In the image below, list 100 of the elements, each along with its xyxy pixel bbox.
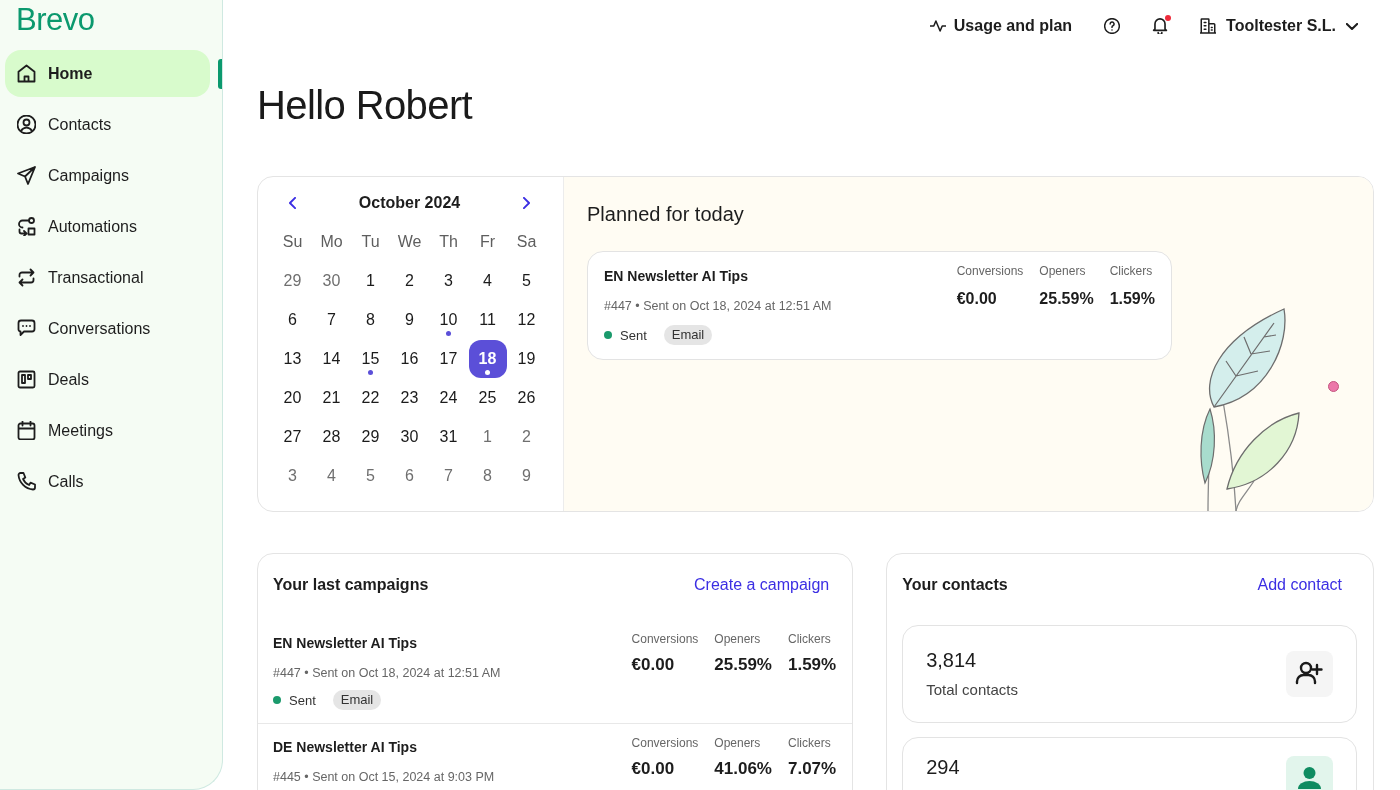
month-title: October 2024: [357, 194, 462, 212]
sidebar-item[interactable]: Campaigns: [5, 152, 210, 199]
calendar-day[interactable]: 14: [312, 339, 351, 378]
calendar-day[interactable]: 13: [273, 339, 312, 378]
decoration-dot-icon: [1328, 381, 1339, 392]
campaign-details: #447 • Sent on Oct 18, 2024 at 12:51 AM: [604, 298, 832, 314]
calendar-day[interactable]: 1: [351, 261, 390, 300]
weekday-label: Su: [282, 232, 303, 251]
building-icon: [1200, 18, 1217, 34]
calendar-day[interactable]: 24: [429, 378, 468, 417]
campaign-row[interactable]: DE Newsletter AI Tips #445 • Sent on Oct 15, 2024 at 9:03 PM Conversions €0.00 Openers 41.06% Clickers 7.07%: [258, 724, 853, 790]
calendar-day[interactable]: 22: [351, 378, 390, 417]
add-contact-link[interactable]: Add contact: [1257, 577, 1342, 593]
chevron-left-icon: [289, 197, 296, 209]
calendar-day[interactable]: 10: [429, 300, 468, 339]
board-icon: [17, 370, 36, 389]
sidebar-item[interactable]: Transactional: [5, 254, 210, 301]
campaign-name: DE Newsletter AI Tips: [273, 739, 418, 755]
sidebar-item[interactable]: Calls: [5, 458, 210, 505]
stat-label: Clickers: [788, 736, 832, 750]
calendar-day[interactable]: 12: [507, 300, 546, 339]
calendar-day[interactable]: 18: [468, 339, 507, 378]
stat-value: 7.07%: [788, 759, 837, 779]
calendar-day[interactable]: 23: [390, 378, 429, 417]
stat-value: €0.00: [956, 289, 998, 309]
calendar-day[interactable]: 2: [390, 261, 429, 300]
activity-icon: [929, 18, 946, 34]
calendar-day[interactable]: 29: [273, 261, 312, 300]
contact-count: 294: [926, 756, 960, 778]
stat-label: Conversions: [631, 632, 699, 646]
chevron-down-icon: [1346, 22, 1358, 30]
channel-tag: Email: [332, 690, 382, 710]
stat-value: 1.59%: [1109, 289, 1155, 309]
calendar-day[interactable]: 31: [429, 417, 468, 456]
section-title: Planned for today: [587, 202, 745, 227]
calendar-day[interactable]: 4: [312, 456, 351, 495]
calendar-day[interactable]: 6: [390, 456, 429, 495]
calendar-day[interactable]: 26: [507, 378, 546, 417]
calendar-day[interactable]: 8: [468, 456, 507, 495]
calendar-day[interactable]: 7: [312, 300, 351, 339]
calendar-day[interactable]: 19: [507, 339, 546, 378]
calendar-day[interactable]: 25: [468, 378, 507, 417]
calendar-day[interactable]: 4: [468, 261, 507, 300]
calendar-day[interactable]: 7: [429, 456, 468, 495]
notifications-button[interactable]: [1152, 18, 1169, 34]
calendar-day[interactable]: 30: [390, 417, 429, 456]
calendar-day[interactable]: 15: [351, 339, 390, 378]
sidebar-item[interactable]: Automations: [5, 203, 210, 250]
campaign-card[interactable]: EN Newsletter AI Tips #447 • Sent on Oct 18, 2024 at 12:51 AM Sent Email Conversions €0.00 Openers 25.59% Clickers 1.59%: [587, 251, 1172, 360]
calendar-day[interactable]: 1: [468, 417, 507, 456]
stat-value: €0.00: [631, 655, 676, 675]
stat-label: Conversions: [631, 736, 699, 750]
create-campaign-link[interactable]: Create a campaign: [694, 577, 830, 593]
campaign-details: #445 • Sent on Oct 15, 2024 at 9:03 PM: [273, 769, 495, 785]
calendar-day[interactable]: 16: [390, 339, 429, 378]
calendar-day[interactable]: 2: [507, 417, 546, 456]
calendar-day[interactable]: 8: [351, 300, 390, 339]
calendar-day[interactable]: 30: [312, 261, 351, 300]
stat-label: Openers: [714, 632, 762, 646]
sidebar-item[interactable]: Contacts: [5, 101, 210, 148]
calendar-day[interactable]: 27: [273, 417, 312, 456]
stat-label: Clickers: [1109, 264, 1154, 278]
status-label: Sent: [289, 692, 316, 708]
home-icon: [17, 64, 36, 83]
calendar-day[interactable]: 9: [507, 456, 546, 495]
stat-value: 41.06%: [714, 759, 772, 779]
calendar-day[interactable]: 6: [273, 300, 312, 339]
chevron-right-icon: [523, 197, 530, 209]
workflow-icon: [17, 217, 36, 236]
stat-label: Clickers: [788, 632, 832, 646]
weekday-label: Mo: [320, 232, 343, 251]
weekday-label: We: [397, 232, 422, 251]
account-menu-button[interactable]: Tooltester S.L.: [1200, 12, 1358, 40]
calendar-day[interactable]: 5: [351, 456, 390, 495]
campaign-row[interactable]: EN Newsletter AI Tips #447 • Sent on Oct 18, 2024 at 12:51 AM Sent Email Conversions €0.00 Openers 25.59% Clickers 1.59%: [258, 620, 853, 724]
calendar-day[interactable]: 3: [429, 261, 468, 300]
calendar-day[interactable]: 21: [312, 378, 351, 417]
stat-label: Openers: [714, 736, 762, 750]
calendar-day[interactable]: 17: [429, 339, 468, 378]
usage-and-plan-button[interactable]: Usage and plan: [929, 12, 1073, 40]
weekday-label: Fr: [479, 232, 496, 251]
campaign-name: EN Newsletter AI Tips: [273, 635, 418, 651]
calendar-day[interactable]: 20: [273, 378, 312, 417]
sidebar-item[interactable]: Meetings: [5, 407, 210, 454]
card-title: Your last campaigns: [273, 577, 429, 593]
calendar-day[interactable]: 11: [468, 300, 507, 339]
sidebar-item[interactable]: Home: [5, 50, 210, 97]
sidebar-item[interactable]: Deals: [5, 356, 210, 403]
sidebar-item[interactable]: Conversations: [5, 305, 210, 352]
stat-value: €0.00: [631, 759, 676, 779]
campaign-name: EN Newsletter AI Tips: [604, 268, 749, 284]
calendar-day[interactable]: 9: [390, 300, 429, 339]
calendar-day[interactable]: 28: [312, 417, 351, 456]
stat-value: 1.59%: [788, 655, 837, 675]
chat-bubble-icon: [17, 319, 36, 338]
calendar-day[interactable]: 5: [507, 261, 546, 300]
calendar-day[interactable]: 3: [273, 456, 312, 495]
calendar-day[interactable]: 29: [351, 417, 390, 456]
weekday-label: Th: [439, 232, 458, 251]
help-button[interactable]: [1104, 18, 1121, 34]
